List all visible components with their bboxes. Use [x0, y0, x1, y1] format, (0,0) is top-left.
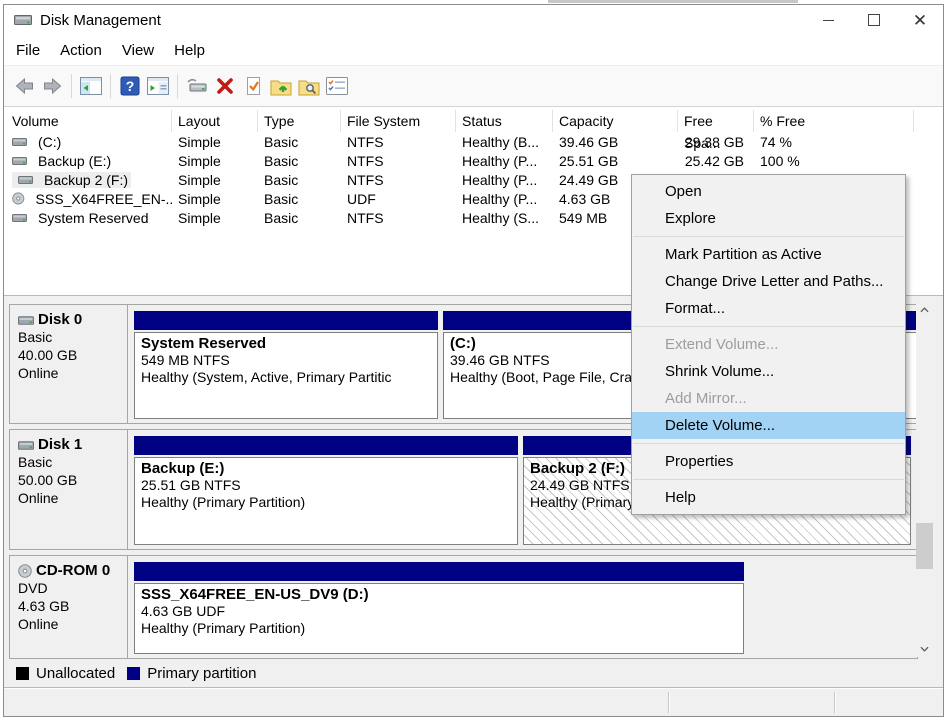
context-item-help[interactable]: Help [632, 484, 905, 511]
menu-separator [633, 443, 904, 444]
primary-partition-swatch [127, 667, 140, 680]
delete-icon[interactable] [212, 73, 238, 99]
app-disk-icon [14, 13, 32, 27]
menu-separator [633, 326, 904, 327]
disk1-status: Online [18, 489, 123, 507]
show-action-pane-icon[interactable] [145, 73, 171, 99]
vertical-scrollbar[interactable] [916, 301, 933, 657]
properties-list-icon[interactable] [324, 73, 350, 99]
disk1-type: Basic [18, 453, 123, 471]
statusbar-divider [668, 692, 669, 713]
maximize-button[interactable] [851, 5, 897, 35]
unallocated-swatch [16, 667, 29, 680]
window-title: Disk Management [40, 12, 161, 29]
menu-bar: File Action View Help [4, 35, 943, 65]
col-volume[interactable]: Volume [9, 110, 172, 132]
background-window-artifact [548, 0, 798, 3]
title-bar[interactable]: Disk Management ✕ [4, 5, 943, 35]
menu-help[interactable]: Help [164, 38, 215, 63]
back-icon[interactable] [11, 73, 37, 99]
volume-table-header: Volume Layout Type File System Status Ca… [9, 110, 943, 132]
col-pct-free[interactable]: % Free [754, 110, 914, 132]
primary-partition-band [134, 436, 518, 455]
show-console-tree-icon[interactable] [78, 73, 104, 99]
disk1-size: 50.00 GB [18, 471, 123, 489]
context-item-add-mirror: Add Mirror... [632, 385, 905, 412]
toolbar-separator [177, 74, 178, 98]
col-status[interactable]: Status [456, 110, 553, 132]
context-item-extend-volume: Extend Volume... [632, 331, 905, 358]
disk0-size: 40.00 GB [18, 346, 123, 364]
cdrom0-label[interactable]: CD-ROM 0 DVD 4.63 GB Online [10, 556, 128, 658]
menu-separator [633, 236, 904, 237]
folder-search-icon[interactable] [296, 73, 322, 99]
disk0-status: Online [18, 364, 123, 382]
cdrom0-type: DVD [18, 579, 123, 597]
legend-primary-partition: Primary partition [127, 665, 256, 682]
close-button[interactable]: ✕ [897, 5, 943, 35]
maximize-icon [868, 14, 880, 26]
partition-backup-e[interactable]: Backup (E:) 25.51 GB NTFS Healthy (Prima… [134, 436, 518, 545]
rescan-disks-icon[interactable] [184, 73, 210, 99]
table-row[interactable]: Backup (E:) Simple Basic NTFS Healthy (P… [9, 151, 943, 170]
svg-text:?: ? [126, 78, 135, 94]
context-item-properties[interactable]: Properties [632, 448, 905, 475]
legend-unallocated: Unallocated [16, 665, 115, 682]
disk-icon [12, 212, 27, 223]
menu-separator [633, 479, 904, 480]
disk0-type: Basic [18, 328, 123, 346]
col-free-space[interactable]: Free Spa... [678, 110, 754, 132]
volume-context-menu: Open Explore Mark Partition as Active Ch… [631, 174, 906, 515]
context-item-shrink-volume[interactable]: Shrink Volume... [632, 358, 905, 385]
disk-icon [12, 155, 27, 166]
scroll-up-icon[interactable] [916, 301, 933, 318]
col-capacity[interactable]: Capacity [553, 110, 678, 132]
menu-view[interactable]: View [112, 38, 164, 63]
toolbar-separator [71, 74, 72, 98]
minimize-button[interactable] [805, 5, 851, 35]
scrollbar-thumb[interactable] [916, 523, 933, 569]
cdrom0-size: 4.63 GB [18, 597, 123, 615]
context-item-open[interactable]: Open [632, 178, 905, 205]
context-item-format[interactable]: Format... [632, 295, 905, 322]
forward-icon[interactable] [39, 73, 65, 99]
context-item-explore[interactable]: Explore [632, 205, 905, 232]
col-layout[interactable]: Layout [172, 110, 258, 132]
cd-icon [18, 564, 32, 578]
help-icon[interactable]: ? [117, 73, 143, 99]
primary-partition-band [134, 562, 744, 581]
cdrom0-row: CD-ROM 0 DVD 4.63 GB Online SSS_X64FREE_… [9, 555, 918, 659]
col-type[interactable]: Type [258, 110, 341, 132]
disk-icon [18, 314, 34, 326]
scroll-down-icon[interactable] [916, 640, 933, 657]
partition-dvd-d[interactable]: SSS_X64FREE_EN-US_DV9 (D:) 4.63 GB UDF H… [134, 562, 744, 654]
context-item-delete-volume[interactable]: Delete Volume... [632, 412, 905, 439]
folder-up-icon[interactable] [268, 73, 294, 99]
partition-system-reserved[interactable]: System Reserved 549 MB NTFS Healthy (Sys… [134, 311, 438, 419]
cdrom0-status: Online [18, 615, 123, 633]
disk-icon [18, 439, 34, 451]
legend-bar: Unallocated Primary partition [4, 659, 943, 687]
close-icon: ✕ [913, 12, 927, 29]
toolbar-separator [110, 74, 111, 98]
primary-partition-band [134, 311, 438, 330]
toolbar: ? [4, 65, 943, 107]
cd-icon [12, 192, 25, 205]
col-file-system[interactable]: File System [341, 110, 456, 132]
table-row[interactable]: (C:) Simple Basic NTFS Healthy (B... 39.… [9, 132, 943, 151]
menu-file[interactable]: File [6, 38, 50, 63]
menu-action[interactable]: Action [50, 38, 112, 63]
status-bar [4, 687, 943, 716]
disk1-label[interactable]: Disk 1 Basic 50.00 GB Online [10, 430, 128, 549]
screenshot-root: Disk Management ✕ File Action View Help [0, 0, 949, 721]
statusbar-divider [834, 692, 835, 713]
disk-icon [18, 174, 33, 185]
check-document-icon[interactable] [240, 73, 266, 99]
disk0-label[interactable]: Disk 0 Basic 40.00 GB Online [10, 305, 128, 423]
disk-icon [12, 136, 27, 147]
context-item-mark-active[interactable]: Mark Partition as Active [632, 241, 905, 268]
context-item-change-letter[interactable]: Change Drive Letter and Paths... [632, 268, 905, 295]
minimize-icon [823, 20, 834, 21]
